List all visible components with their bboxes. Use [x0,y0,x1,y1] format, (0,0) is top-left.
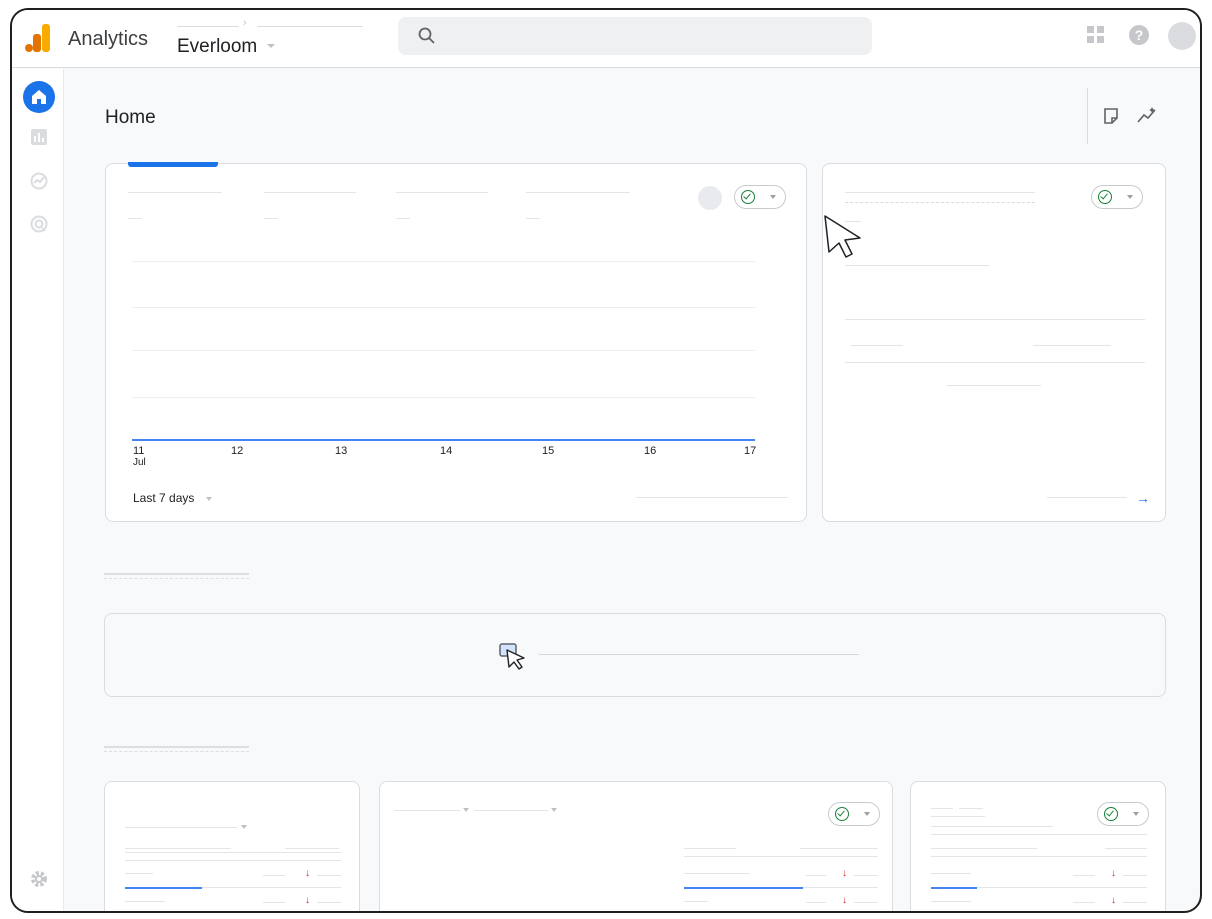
x-tick-label: 12 [231,445,244,457]
analytics-logo[interactable] [25,24,51,52]
page-title: Home [105,107,156,128]
home-icon [32,90,46,104]
app-name: Analytics [68,28,149,50]
section-heading [104,746,249,754]
overview-card: 11 12 13 14 15 16 17 Jul Last 7 days [105,162,807,522]
anomaly-icon[interactable] [698,186,722,210]
x-month-label: Jul [133,457,146,468]
search-icon [418,27,435,44]
chevron-down-icon[interactable] [463,808,469,812]
note-icon[interactable] [1102,107,1120,125]
chevron-down-icon[interactable] [267,44,275,48]
mouse-pointer-icon [824,215,861,258]
arrow-down-icon: ↓ [842,895,847,906]
check-circle-icon [741,190,755,204]
x-tick-label: 14 [440,445,453,457]
recommendation-banner[interactable] [104,613,1166,697]
chevron-down-icon[interactable] [206,497,212,501]
data-status-badge[interactable] [1097,802,1149,826]
check-circle-icon [1098,190,1112,204]
date-range-selector[interactable]: Last 7 days [133,491,194,505]
check-circle-icon [835,807,849,821]
chevron-down-icon [770,195,776,199]
insight-card: ↓ ↓ [104,781,360,911]
chevron-down-icon [864,812,870,816]
chevron-down-icon [1133,812,1139,816]
progress-bar [931,887,977,889]
arrow-down-icon: ↓ [842,868,847,879]
arrow-down-icon: ↓ [1111,895,1116,906]
insights-icon[interactable] [1136,106,1158,126]
reports-icon[interactable] [29,127,49,147]
chevron-down-icon[interactable] [551,808,557,812]
series-line [132,439,755,441]
progress-bar [684,887,803,889]
chevron-down-icon[interactable] [241,825,247,829]
progress-bar [125,887,202,889]
nav-home[interactable] [23,81,55,113]
realtime-card: → [822,163,1166,522]
x-tick-label: 17 [744,445,757,457]
gridline [132,307,755,308]
explore-icon[interactable] [29,171,49,191]
x-tick-label: 11 [133,445,145,457]
advertising-icon[interactable] [29,214,49,234]
gridline [132,350,755,351]
avatar[interactable] [1168,22,1196,50]
gridline [132,261,755,262]
data-status-badge[interactable] [734,185,786,209]
help-icon[interactable]: ? [1129,25,1149,45]
top-bar: Analytics › Everloom ? [12,10,1200,68]
arrow-right-icon[interactable]: → [1136,490,1150,506]
arrow-down-icon: ↓ [1111,868,1116,879]
cursor-click-icon [499,643,525,670]
arrow-down-icon: ↓ [305,895,310,906]
x-tick-label: 15 [542,445,555,457]
side-nav [12,69,64,911]
search-input[interactable] [398,17,872,55]
data-status-badge[interactable] [1091,185,1143,209]
selected-metric-indicator [128,162,218,167]
property-selector[interactable]: Everloom [177,36,257,58]
header-divider [1087,88,1088,144]
view-report-link[interactable] [636,497,788,498]
gridline [132,397,755,398]
insight-card: ↓ ↓ [910,781,1166,911]
gear-icon[interactable] [29,869,49,889]
arrow-down-icon: ↓ [305,868,310,879]
section-heading [104,573,249,581]
data-status-badge[interactable] [828,802,880,826]
view-realtime-link[interactable] [1047,497,1127,498]
chevron-down-icon [1127,195,1133,199]
x-tick-label: 16 [644,445,657,457]
app-window: Analytics › Everloom ? Home 11 12 13 14 … [10,8,1202,913]
x-tick-label: 13 [335,445,348,457]
insight-card: ↓ ↓ [379,781,893,911]
chevron-right-icon: › [243,17,247,29]
account-breadcrumb[interactable]: › [177,17,363,30]
apps-grid-icon[interactable] [1087,26,1105,44]
check-circle-icon [1104,807,1118,821]
